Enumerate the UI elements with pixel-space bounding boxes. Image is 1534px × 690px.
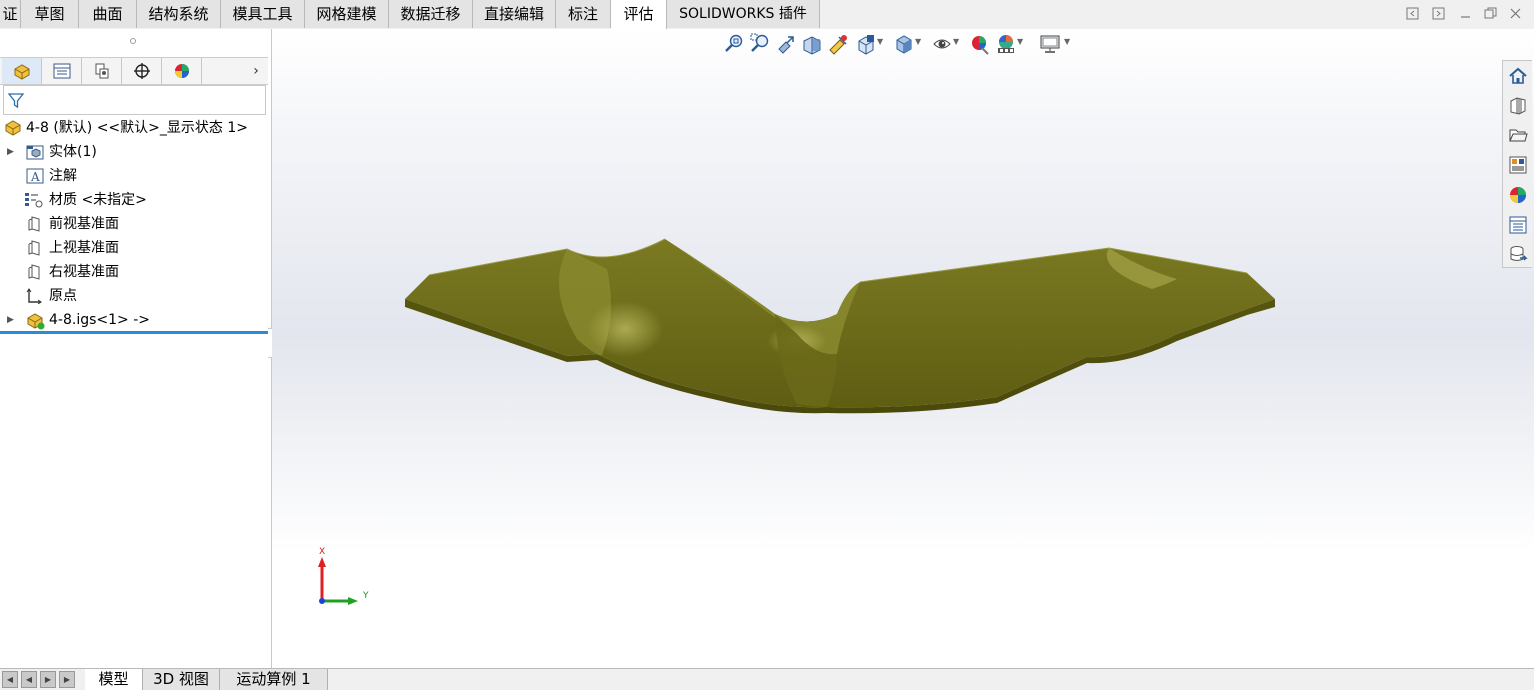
triad-y-label: Y	[363, 591, 369, 601]
feature-manager-icon[interactable]	[2, 58, 42, 84]
panel-tabs: ›	[0, 57, 268, 85]
design-library-icon[interactable]	[1505, 91, 1531, 119]
edit-appearance-icon[interactable]	[970, 33, 990, 55]
first-tab-icon[interactable]: ◀	[2, 671, 18, 688]
solidworks-resources-icon[interactable]	[1505, 240, 1531, 268]
tree-item-label: 上视基准面	[49, 240, 119, 256]
tree-item-label: 原点	[49, 288, 77, 304]
svg-text:A: A	[30, 170, 40, 184]
tab-data-migration[interactable]: 数据迁移	[389, 0, 473, 28]
feature-filter-box[interactable]	[3, 85, 266, 115]
home-icon[interactable]	[1505, 62, 1531, 90]
dropdown-arrow-icon[interactable]: ▼	[877, 37, 883, 46]
filter-icon[interactable]	[7, 92, 25, 113]
maximize-icon[interactable]	[1483, 7, 1497, 21]
display-style-icon[interactable]	[894, 33, 914, 55]
tree-item-label: 4-8 (默认) <<默认>_显示状态 1>	[26, 120, 248, 136]
tab-features[interactable]: 证	[0, 0, 21, 28]
3d-model[interactable]	[397, 229, 1282, 414]
tab-motion-study[interactable]: 运动算例 1	[220, 669, 328, 690]
previous-view-icon[interactable]	[776, 33, 796, 55]
command-manager-tabs: 证 草图 曲面 结构系统 模具工具 网格建模 数据迁移 直接编辑 标注 评估 S…	[0, 0, 1534, 30]
plane-icon	[26, 264, 44, 280]
more-tabs-arrow[interactable]: ›	[248, 58, 264, 84]
solid-bodies-icon	[26, 144, 44, 160]
dimxpert-icon[interactable]	[122, 58, 162, 84]
material-icon	[24, 192, 43, 208]
tab-direct-editing[interactable]: 直接编辑	[473, 0, 556, 28]
imported-feature-icon	[26, 312, 45, 330]
restore-left-icon[interactable]	[1405, 7, 1419, 21]
plane-icon	[26, 240, 44, 256]
expand-arrow-icon[interactable]: ▶	[7, 309, 15, 331]
hide-show-icon[interactable]	[932, 33, 952, 55]
tree-item-label: 材质 <未指定>	[49, 192, 147, 208]
tab-evaluate[interactable]: 评估	[611, 0, 667, 29]
triad-x-label: X	[319, 547, 326, 557]
panel-grip[interactable]	[130, 38, 136, 44]
tree-item-label: 注解	[49, 168, 77, 184]
view-orientation-icon[interactable]	[856, 33, 876, 55]
zoom-to-area-icon[interactable]	[750, 33, 770, 55]
dynamic-annotation-icon[interactable]	[828, 33, 848, 55]
dropdown-arrow-icon[interactable]: ▼	[953, 37, 959, 46]
feature-manager-panel: › 4-8 (默认) <<默认>_显示状态 1> ▶ 实体(1) A 注解 材质…	[0, 29, 282, 668]
configuration-manager-icon[interactable]	[82, 58, 122, 84]
task-pane	[1502, 60, 1532, 268]
tree-item-label: 右视基准面	[49, 264, 119, 280]
annotations-icon: A	[26, 168, 44, 184]
last-tab-icon[interactable]: ▶	[59, 671, 75, 688]
appearances-icon[interactable]	[1505, 181, 1531, 209]
dropdown-arrow-icon[interactable]: ▼	[1064, 37, 1070, 46]
file-explorer-icon[interactable]	[1505, 121, 1531, 149]
plane-icon	[26, 216, 44, 232]
graphics-area[interactable]: ▼ ▼ ▼ ▼ ▼ X Y	[272, 29, 1534, 668]
dropdown-arrow-icon[interactable]: ▼	[1017, 37, 1023, 46]
apply-scene-icon[interactable]	[996, 33, 1016, 55]
tab-mold-tools[interactable]: 模具工具	[221, 0, 305, 28]
view-palette-icon[interactable]	[1505, 151, 1531, 179]
tab-markup[interactable]: 标注	[556, 0, 611, 28]
tab-structure-system[interactable]: 结构系统	[137, 0, 221, 28]
minimize-icon[interactable]	[1458, 7, 1472, 21]
tab-3d-view[interactable]: 3D 视图	[143, 669, 220, 690]
tab-solidworks-addins[interactable]: SOLIDWORKS 插件	[667, 0, 820, 28]
tree-item-label: 实体(1)	[49, 144, 97, 160]
part-icon	[4, 120, 22, 136]
view-settings-icon[interactable]	[1040, 33, 1060, 55]
tab-model[interactable]: 模型	[85, 669, 143, 690]
custom-properties-icon[interactable]	[1505, 211, 1531, 239]
next-tab-icon[interactable]: ▶	[40, 671, 56, 688]
tree-item-label: 4-8.igs<1> ->	[49, 312, 150, 328]
tab-mesh-modeling[interactable]: 网格建模	[305, 0, 389, 28]
rollback-bar[interactable]	[0, 331, 268, 334]
origin-icon	[26, 288, 44, 305]
property-manager-icon[interactable]	[42, 58, 82, 84]
tree-item-solid-bodies[interactable]: ▶ 实体(1)	[0, 141, 268, 163]
display-manager-icon[interactable]	[162, 58, 202, 84]
tree-item-label: 前视基准面	[49, 216, 119, 232]
close-icon[interactable]	[1508, 7, 1522, 21]
bottom-tab-bar: ◀ ◀ ▶ ▶ 模型 3D 视图 运动算例 1	[0, 668, 1534, 690]
expand-arrow-icon[interactable]: ▶	[7, 141, 15, 163]
section-view-icon[interactable]	[802, 33, 822, 55]
restore-right-icon[interactable]	[1431, 7, 1445, 21]
prev-tab-icon[interactable]: ◀	[21, 671, 37, 688]
zoom-to-fit-icon[interactable]	[724, 33, 744, 55]
tab-surfaces[interactable]: 曲面	[79, 0, 137, 28]
tab-sketch[interactable]: 草图	[21, 0, 79, 28]
dropdown-arrow-icon[interactable]: ▼	[915, 37, 921, 46]
